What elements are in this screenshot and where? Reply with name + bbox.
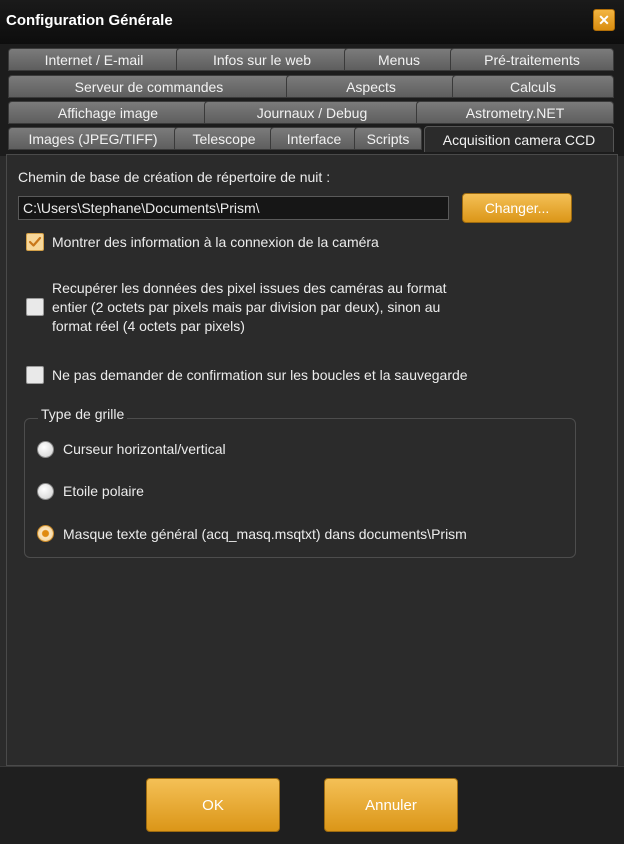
no-confirmation-checkbox[interactable] <box>26 366 44 384</box>
tab-telescope[interactable]: Telescope <box>174 127 274 150</box>
tab-label: Interface <box>286 130 342 147</box>
cancel-button-label: Annuler <box>365 796 417 814</box>
integer-pixel-format-checkbox[interactable] <box>26 298 44 316</box>
tab-scripts[interactable]: Scripts <box>354 127 422 150</box>
show-camera-info-checkbox[interactable] <box>26 233 44 251</box>
tab-label: Infos sur le web <box>212 51 312 68</box>
tab-label: Astrometry.NET <box>465 104 565 121</box>
tab-journaux-debug[interactable]: Journaux / Debug <box>204 101 420 124</box>
ok-button[interactable]: OK <box>146 778 280 832</box>
integer-pixel-format-label: Recupérer les données des pixel issues d… <box>52 279 447 336</box>
tab-label: Internet / E-mail <box>44 51 144 68</box>
grid-type-group-title: Type de grille <box>38 406 128 422</box>
tab-strip: Internet / E-mail Infos sur le web Menus… <box>0 44 624 156</box>
tab-label: Serveur de commandes <box>74 78 224 95</box>
tab-pretraitements[interactable]: Pré-traitements <box>450 48 614 71</box>
change-path-button-label: Changer... <box>484 200 550 216</box>
tab-interface[interactable]: Interface <box>270 127 358 150</box>
radio-text-mask[interactable] <box>37 525 54 542</box>
tab-affichage-image[interactable]: Affichage image <box>8 101 208 124</box>
tab-label: Affichage image <box>57 104 159 121</box>
dialog-footer <box>0 766 624 844</box>
tab-label: Telescope <box>192 130 256 147</box>
tab-aspects[interactable]: Aspects <box>286 75 456 98</box>
tab-label: Calculs <box>510 78 556 95</box>
tab-label: Pré-traitements <box>484 51 580 68</box>
tab-label: Menus <box>377 51 421 68</box>
tab-internet-email[interactable]: Internet / E-mail <box>8 48 180 71</box>
title-bar: Configuration Générale ✕ <box>0 0 624 44</box>
tab-infos-web[interactable]: Infos sur le web <box>176 48 348 71</box>
show-camera-info-label: Montrer des information à la connexion d… <box>52 234 379 250</box>
tab-label: Aspects <box>346 78 396 95</box>
label-line: entier (2 octets par pixels mais par div… <box>52 299 441 315</box>
cancel-button[interactable]: Annuler <box>324 778 458 832</box>
close-button[interactable]: ✕ <box>593 9 615 31</box>
tab-calculs[interactable]: Calculs <box>452 75 614 98</box>
radio-polar-star-label: Etoile polaire <box>63 483 144 499</box>
tab-label: Scripts <box>366 130 410 147</box>
no-confirmation-label: Ne pas demander de confirmation sur les … <box>52 367 468 383</box>
radio-horizontal-vertical-cursor-label: Curseur horizontal/vertical <box>63 441 226 457</box>
tab-serveur-commandes[interactable]: Serveur de commandes <box>8 75 290 98</box>
tab-acquisition-camera-ccd[interactable]: Acquisition camera CCD <box>424 126 614 152</box>
night-folder-path-label: Chemin de base de création de répertoire… <box>18 169 331 185</box>
tab-label: Acquisition camera CCD <box>442 131 596 148</box>
ok-button-label: OK <box>202 796 224 814</box>
tab-label: Images (JPEG/TIFF) <box>28 130 158 147</box>
check-icon <box>28 236 42 247</box>
night-folder-path-input[interactable] <box>18 196 449 220</box>
window-title: Configuration Générale <box>6 12 173 29</box>
tab-label: Journaux / Debug <box>256 104 368 121</box>
change-path-button[interactable]: Changer... <box>462 193 572 223</box>
radio-text-mask-label: Masque texte général (acq_masq.msqtxt) d… <box>63 526 467 542</box>
label-line: Recupérer les données des pixel issues d… <box>52 280 447 296</box>
close-icon: ✕ <box>598 11 610 28</box>
tab-images-jpeg-tiff[interactable]: Images (JPEG/TIFF) <box>8 127 178 150</box>
tab-menus[interactable]: Menus <box>344 48 454 71</box>
radio-horizontal-vertical-cursor[interactable] <box>37 441 54 458</box>
radio-polar-star[interactable] <box>37 483 54 500</box>
tab-astrometry-net[interactable]: Astrometry.NET <box>416 101 614 124</box>
label-line: format réel (4 octets par pixels) <box>52 318 245 334</box>
